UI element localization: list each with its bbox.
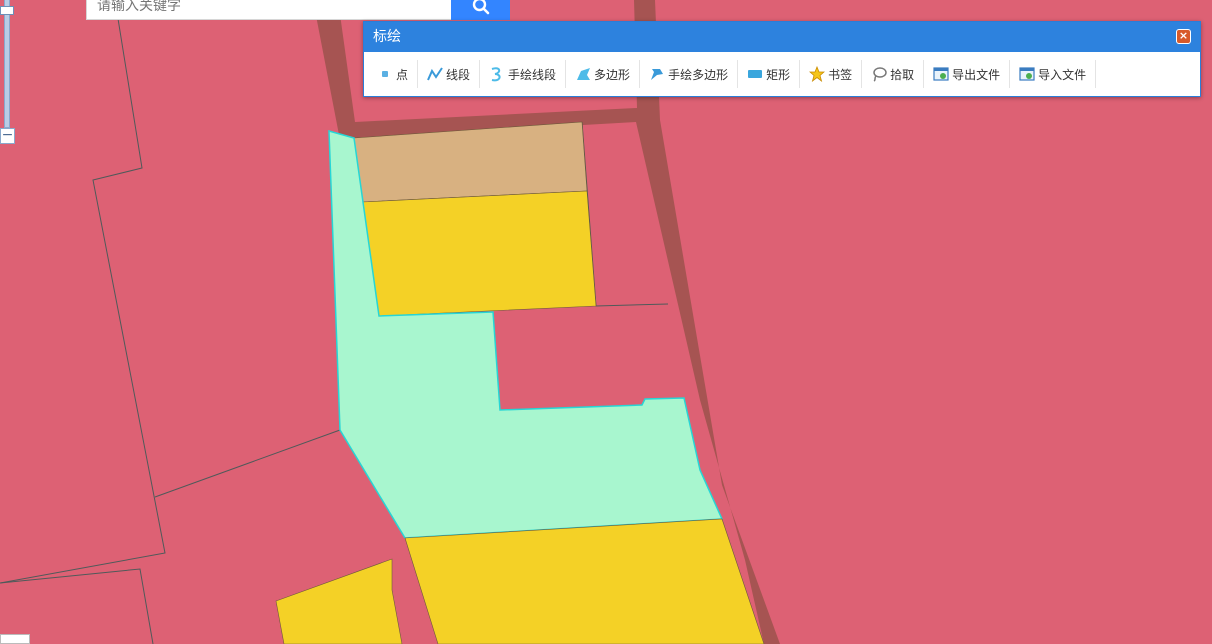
import-file-icon <box>1019 66 1035 82</box>
tool-label: 导入文件 <box>1038 67 1087 82</box>
tool-label: 点 <box>396 67 409 82</box>
draw-panel: 标绘 × 点 线段 手绘线段 多边形 手绘多边形 矩形 书签 拾取 导出文件 导… <box>363 21 1201 97</box>
close-icon[interactable]: × <box>1176 29 1191 44</box>
tool-point[interactable]: 点 <box>368 60 419 88</box>
draw-panel-header: 标绘 × <box>364 22 1200 52</box>
scale-bar <box>0 634 30 644</box>
tool-import-file[interactable]: 导入文件 <box>1010 60 1097 88</box>
point-icon <box>377 66 393 82</box>
search-input[interactable] <box>86 0 452 20</box>
tool-label: 导出文件 <box>952 67 1001 82</box>
parcel-yellow <box>361 190 597 317</box>
tool-label: 矩形 <box>766 67 791 82</box>
search-button[interactable] <box>451 0 510 20</box>
tool-freehand-line[interactable]: 手绘线段 <box>480 60 567 88</box>
rectangle-icon <box>747 66 763 82</box>
tool-label: 线段 <box>446 67 471 82</box>
tool-pick[interactable]: 拾取 <box>862 60 925 88</box>
zoom-slider-handle[interactable] <box>0 6 14 15</box>
zoom-out-button[interactable]: − <box>0 128 15 144</box>
bookmark-star-icon <box>809 66 826 82</box>
polyline-icon <box>427 66 443 82</box>
tool-polygon[interactable]: 多边形 <box>566 60 641 88</box>
tool-export-file[interactable]: 导出文件 <box>924 60 1011 88</box>
tool-polyline[interactable]: 线段 <box>418 60 481 88</box>
draw-toolbar: 点 线段 手绘线段 多边形 手绘多边形 矩形 书签 拾取 导出文件 导入文件 <box>364 52 1200 96</box>
draw-panel-title: 标绘 <box>373 29 401 45</box>
pick-lasso-icon <box>871 66 887 82</box>
export-file-icon <box>933 66 949 82</box>
parcel-yellow <box>404 518 765 644</box>
search-icon <box>472 0 489 15</box>
tool-rectangle[interactable]: 矩形 <box>738 60 801 88</box>
tool-freehand-polygon[interactable]: 手绘多边形 <box>640 60 739 88</box>
freehand-line-icon <box>489 66 505 82</box>
tool-bookmark[interactable]: 书签 <box>800 60 863 88</box>
tool-label: 手绘线段 <box>508 67 557 82</box>
tool-label: 手绘多边形 <box>668 67 729 82</box>
tool-label: 书签 <box>828 67 853 82</box>
freehand-polygon-icon <box>649 66 665 82</box>
polygon-icon <box>575 66 591 82</box>
tool-label: 拾取 <box>890 67 915 82</box>
tool-label: 多边形 <box>594 67 631 82</box>
zoom-slider-track[interactable] <box>4 0 10 128</box>
